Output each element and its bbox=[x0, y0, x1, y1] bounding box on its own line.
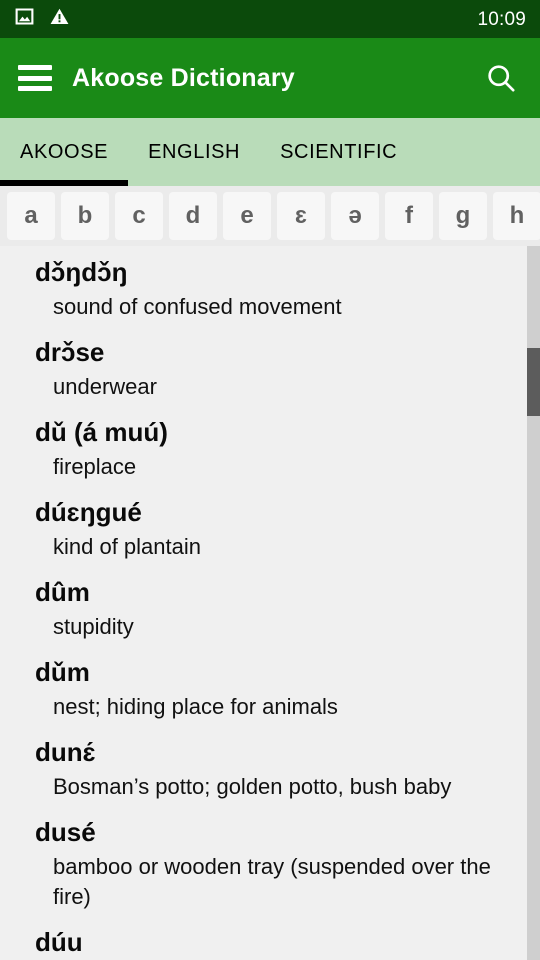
list-item[interactable]: dǔm nest; hiding place for animals bbox=[0, 652, 540, 732]
alphabet-tile-c[interactable]: c bbox=[115, 192, 163, 240]
alphabet-tile-schwa[interactable]: ə bbox=[331, 192, 379, 240]
alphabet-tile-e[interactable]: e bbox=[223, 192, 271, 240]
entry-headword: drɔ̌se bbox=[35, 337, 105, 367]
search-icon[interactable] bbox=[480, 57, 522, 99]
alphabet-tile-d[interactable]: d bbox=[169, 192, 217, 240]
alphabet-tile-label: c bbox=[132, 202, 146, 229]
tab-bar: AKOOSE ENGLISH SCIENTIFIC bbox=[0, 118, 540, 186]
entry-definition: underwear bbox=[53, 374, 157, 399]
alphabet-tile-label: e bbox=[240, 202, 254, 229]
page-title: Akoose Dictionary bbox=[72, 63, 295, 92]
entry-headword: dunɛ́ bbox=[35, 737, 96, 767]
entry-definition: nest; hiding place for animals bbox=[53, 694, 338, 719]
entry-headword: dusé bbox=[35, 817, 96, 847]
entry-headword: dǔ (á muú) bbox=[35, 417, 168, 447]
alphabet-tile-label: h bbox=[509, 202, 525, 229]
alphabet-tile-b[interactable]: b bbox=[61, 192, 109, 240]
list-item[interactable]: dûm stupidity bbox=[0, 572, 540, 652]
entry-definition: kind of plantain bbox=[53, 534, 201, 559]
tab-scientific[interactable]: SCIENTIFIC bbox=[260, 118, 417, 186]
list-scrollbar-track[interactable] bbox=[527, 246, 540, 960]
entry-definition: bamboo or wooden tray (suspended over th… bbox=[53, 854, 491, 909]
entry-headword: dǔm bbox=[35, 657, 90, 687]
alphabet-tile-label: ɛ bbox=[295, 202, 307, 229]
alphabet-tile-label: a bbox=[24, 202, 38, 229]
hamburger-bar bbox=[18, 75, 52, 81]
list-scrollbar-thumb[interactable] bbox=[527, 348, 540, 416]
alphabet-filter-bar[interactable]: a b c d e ɛ ə f g h bbox=[0, 186, 540, 246]
alphabet-tile-label: g bbox=[455, 202, 471, 229]
entry-definition: Bosman’s potto; golden potto, bush baby bbox=[53, 774, 452, 799]
entry-headword: dɔ̌ŋdɔ̌ŋ bbox=[35, 257, 128, 287]
alphabet-tile-label: f bbox=[405, 202, 413, 229]
status-bar-icons bbox=[14, 6, 70, 32]
list-item[interactable]: dǔ (á muú) fireplace bbox=[0, 412, 540, 492]
hamburger-bar bbox=[18, 86, 52, 91]
entry-definition: stupidity bbox=[53, 614, 134, 639]
status-bar-clock: 10:09 bbox=[477, 8, 526, 30]
list-item[interactable]: dɔ̌ŋdɔ̌ŋ sound of confused movement bbox=[0, 252, 540, 332]
dictionary-app-screen: 10:09 Akoose Dictionary AKOOSE ENGLISH S… bbox=[0, 0, 540, 960]
tab-akoose[interactable]: AKOOSE bbox=[0, 118, 129, 186]
tab-label: AKOOSE bbox=[20, 140, 109, 163]
entry-definition: sound of confused movement bbox=[53, 294, 342, 319]
alphabet-tile-epsilon[interactable]: ɛ bbox=[277, 192, 325, 240]
tab-english[interactable]: ENGLISH bbox=[128, 118, 260, 186]
warning-icon bbox=[49, 6, 70, 32]
list-item[interactable]: dúu bbox=[0, 922, 540, 960]
list-item[interactable]: dúɛŋgué kind of plantain bbox=[0, 492, 540, 572]
list-item[interactable]: dunɛ́ Bosman’s potto; golden potto, bush… bbox=[0, 732, 540, 812]
hamburger-bar bbox=[18, 65, 52, 70]
entry-headword: dûm bbox=[35, 577, 90, 607]
alphabet-tile-label: b bbox=[77, 202, 93, 229]
app-bar: Akoose Dictionary bbox=[0, 38, 540, 118]
image-icon bbox=[14, 6, 35, 32]
tab-label: ENGLISH bbox=[148, 140, 241, 163]
list-item[interactable]: dusé bamboo or wooden tray (suspended ov… bbox=[0, 812, 540, 922]
alphabet-tile-f[interactable]: f bbox=[385, 192, 433, 240]
tab-label: SCIENTIFIC bbox=[280, 140, 398, 163]
alphabet-tile-label: ə bbox=[348, 202, 362, 229]
list-item[interactable]: drɔ̌se underwear bbox=[0, 332, 540, 412]
hamburger-menu-icon[interactable] bbox=[18, 65, 52, 91]
alphabet-tile-g[interactable]: g bbox=[439, 192, 487, 240]
status-bar: 10:09 bbox=[0, 0, 540, 38]
entry-headword: dúɛŋgué bbox=[35, 497, 142, 527]
entry-headword: dúu bbox=[35, 927, 83, 957]
entry-definition: fireplace bbox=[53, 454, 137, 479]
alphabet-tile-label: d bbox=[185, 202, 201, 229]
alphabet-tile-h[interactable]: h bbox=[493, 192, 540, 240]
alphabet-tile-a[interactable]: a bbox=[7, 192, 55, 240]
dictionary-entry-list[interactable]: dɔ̌ŋdɔ̌ŋ sound of confused movement drɔ̌… bbox=[0, 246, 540, 960]
